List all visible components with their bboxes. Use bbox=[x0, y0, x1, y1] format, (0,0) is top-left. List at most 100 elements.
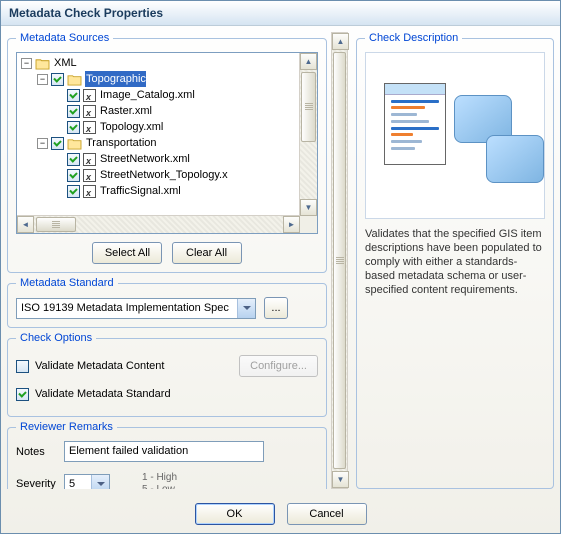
tree-node-file[interactable]: TrafficSignal.xml bbox=[53, 183, 315, 199]
dataset-icon bbox=[486, 135, 544, 183]
clear-all-button[interactable]: Clear All bbox=[172, 242, 242, 264]
configure-button: Configure... bbox=[239, 355, 318, 377]
scroll-track[interactable] bbox=[34, 216, 283, 233]
tree-label: TrafficSignal.xml bbox=[99, 183, 181, 199]
check-description-legend: Check Description bbox=[365, 32, 462, 44]
tree-node-folder[interactable]: − Topographic bbox=[37, 71, 315, 87]
select-all-button[interactable]: Select All bbox=[92, 242, 162, 264]
tree-label: Topographic bbox=[85, 71, 146, 87]
xml-file-icon bbox=[83, 105, 96, 118]
tree-node-file[interactable]: Topology.xml bbox=[53, 119, 315, 135]
metadata-standard-group: Metadata Standard ISO 19139 Metadata Imp… bbox=[7, 277, 327, 328]
check-description-illustration bbox=[365, 52, 545, 219]
document-icon bbox=[384, 83, 446, 165]
tree-hscrollbar[interactable]: ◄ ► bbox=[17, 215, 300, 233]
panel-vscrollbar[interactable]: ▲ ▼ bbox=[331, 32, 348, 489]
scroll-up-icon[interactable]: ▲ bbox=[300, 53, 317, 70]
tree-label: Transportation bbox=[85, 135, 157, 151]
title-bar: Metadata Check Properties bbox=[1, 1, 560, 26]
scroll-down-icon[interactable]: ▼ bbox=[300, 199, 317, 216]
metadata-sources-legend: Metadata Sources bbox=[16, 32, 113, 44]
metadata-standard-browse-button[interactable]: ... bbox=[264, 297, 288, 319]
sources-button-row: Select All Clear All bbox=[16, 242, 318, 264]
combo-value: ISO 19139 Metadata Implementation Spec bbox=[17, 302, 237, 314]
metadata-standard-legend: Metadata Standard bbox=[16, 277, 118, 289]
xml-file-icon bbox=[83, 89, 96, 102]
left-column: Metadata Sources − XML bbox=[7, 32, 327, 489]
folder-icon bbox=[35, 57, 50, 70]
reviewer-remarks-legend: Reviewer Remarks bbox=[16, 421, 117, 433]
tree-label: StreetNetwork_Topology.x bbox=[99, 167, 228, 183]
folder-icon bbox=[67, 73, 82, 86]
scroll-track[interactable] bbox=[332, 50, 347, 471]
collapse-icon[interactable]: − bbox=[37, 138, 48, 149]
checkbox[interactable] bbox=[16, 360, 29, 373]
checkbox[interactable] bbox=[67, 105, 80, 118]
severity-combo[interactable]: 5 bbox=[64, 474, 110, 490]
check-options-group: Check Options Validate Metadata Content … bbox=[7, 332, 327, 417]
sources-tree-box: − XML − bbox=[16, 52, 318, 234]
tree-label: XML bbox=[53, 55, 77, 71]
tree-node-root[interactable]: − XML bbox=[21, 55, 315, 71]
checkbox[interactable] bbox=[51, 73, 64, 86]
sources-tree[interactable]: − XML − bbox=[17, 53, 317, 201]
scroll-corner bbox=[300, 216, 317, 233]
severity-low-label: 5 - Low bbox=[142, 484, 177, 489]
checkbox[interactable] bbox=[67, 89, 80, 102]
tree-node-file[interactable]: Raster.xml bbox=[53, 103, 315, 119]
tree-label: StreetNetwork.xml bbox=[99, 151, 190, 167]
severity-scale: 1 - High 5 - Low bbox=[142, 472, 177, 489]
checkbox[interactable] bbox=[67, 121, 80, 134]
tree-label: Image_Catalog.xml bbox=[99, 87, 195, 103]
xml-file-icon bbox=[83, 185, 96, 198]
metadata-standard-combo[interactable]: ISO 19139 Metadata Implementation Spec bbox=[16, 298, 256, 319]
severity-label: Severity bbox=[16, 478, 64, 489]
ok-button[interactable]: OK bbox=[195, 503, 275, 525]
checkbox[interactable] bbox=[67, 169, 80, 182]
tree-node-folder[interactable]: − Transportation bbox=[37, 135, 315, 151]
cancel-button[interactable]: Cancel bbox=[287, 503, 367, 525]
validate-standard-option[interactable]: Validate Metadata Standard bbox=[16, 384, 318, 404]
folder-icon bbox=[67, 137, 82, 150]
combo-value: 5 bbox=[65, 478, 91, 489]
notes-label: Notes bbox=[16, 446, 64, 458]
xml-file-icon bbox=[83, 121, 96, 134]
scroll-right-icon[interactable]: ► bbox=[283, 216, 300, 233]
tree-node-file[interactable]: Image_Catalog.xml bbox=[53, 87, 315, 103]
tree-label: Topology.xml bbox=[99, 119, 163, 135]
check-description-text: Validates that the specified GIS item de… bbox=[365, 227, 545, 297]
scroll-down-icon[interactable]: ▼ bbox=[332, 471, 349, 488]
scroll-left-icon[interactable]: ◄ bbox=[17, 216, 34, 233]
chevron-down-icon[interactable] bbox=[91, 475, 109, 490]
right-column: Check Description bbox=[356, 32, 554, 489]
dialog-footer: OK Cancel bbox=[1, 495, 560, 533]
collapse-icon[interactable]: − bbox=[37, 74, 48, 85]
tree-node-file[interactable]: StreetNetwork_Topology.x bbox=[53, 167, 315, 183]
validate-content-option[interactable]: Validate Metadata Content bbox=[16, 356, 164, 376]
scroll-up-icon[interactable]: ▲ bbox=[332, 33, 349, 50]
notes-input[interactable]: Element failed validation bbox=[64, 441, 264, 462]
collapse-icon[interactable]: − bbox=[21, 58, 32, 69]
check-description-group: Check Description bbox=[356, 32, 554, 489]
option-label: Validate Metadata Content bbox=[35, 360, 164, 372]
chevron-down-icon[interactable] bbox=[237, 299, 255, 318]
tree-vscrollbar[interactable]: ▲ ▼ bbox=[299, 53, 317, 216]
checkbox[interactable] bbox=[51, 137, 64, 150]
scroll-thumb[interactable] bbox=[301, 72, 316, 142]
window-title: Metadata Check Properties bbox=[9, 6, 163, 20]
metadata-sources-group: Metadata Sources − XML bbox=[7, 32, 327, 273]
checkbox[interactable] bbox=[67, 185, 80, 198]
tree-node-file[interactable]: StreetNetwork.xml bbox=[53, 151, 315, 167]
content-area: Metadata Sources − XML bbox=[1, 26, 560, 495]
xml-file-icon bbox=[83, 153, 96, 166]
checkbox[interactable] bbox=[67, 153, 80, 166]
scroll-track[interactable] bbox=[300, 70, 317, 199]
checkbox[interactable] bbox=[16, 388, 29, 401]
xml-file-icon bbox=[83, 169, 96, 182]
scroll-thumb[interactable] bbox=[333, 52, 346, 469]
scroll-thumb[interactable] bbox=[36, 217, 76, 232]
check-options-legend: Check Options bbox=[16, 332, 96, 344]
dialog-window: Metadata Check Properties Metadata Sourc… bbox=[0, 0, 561, 534]
tree-label: Raster.xml bbox=[99, 103, 152, 119]
reviewer-remarks-group: Reviewer Remarks Notes Element failed va… bbox=[7, 421, 327, 489]
